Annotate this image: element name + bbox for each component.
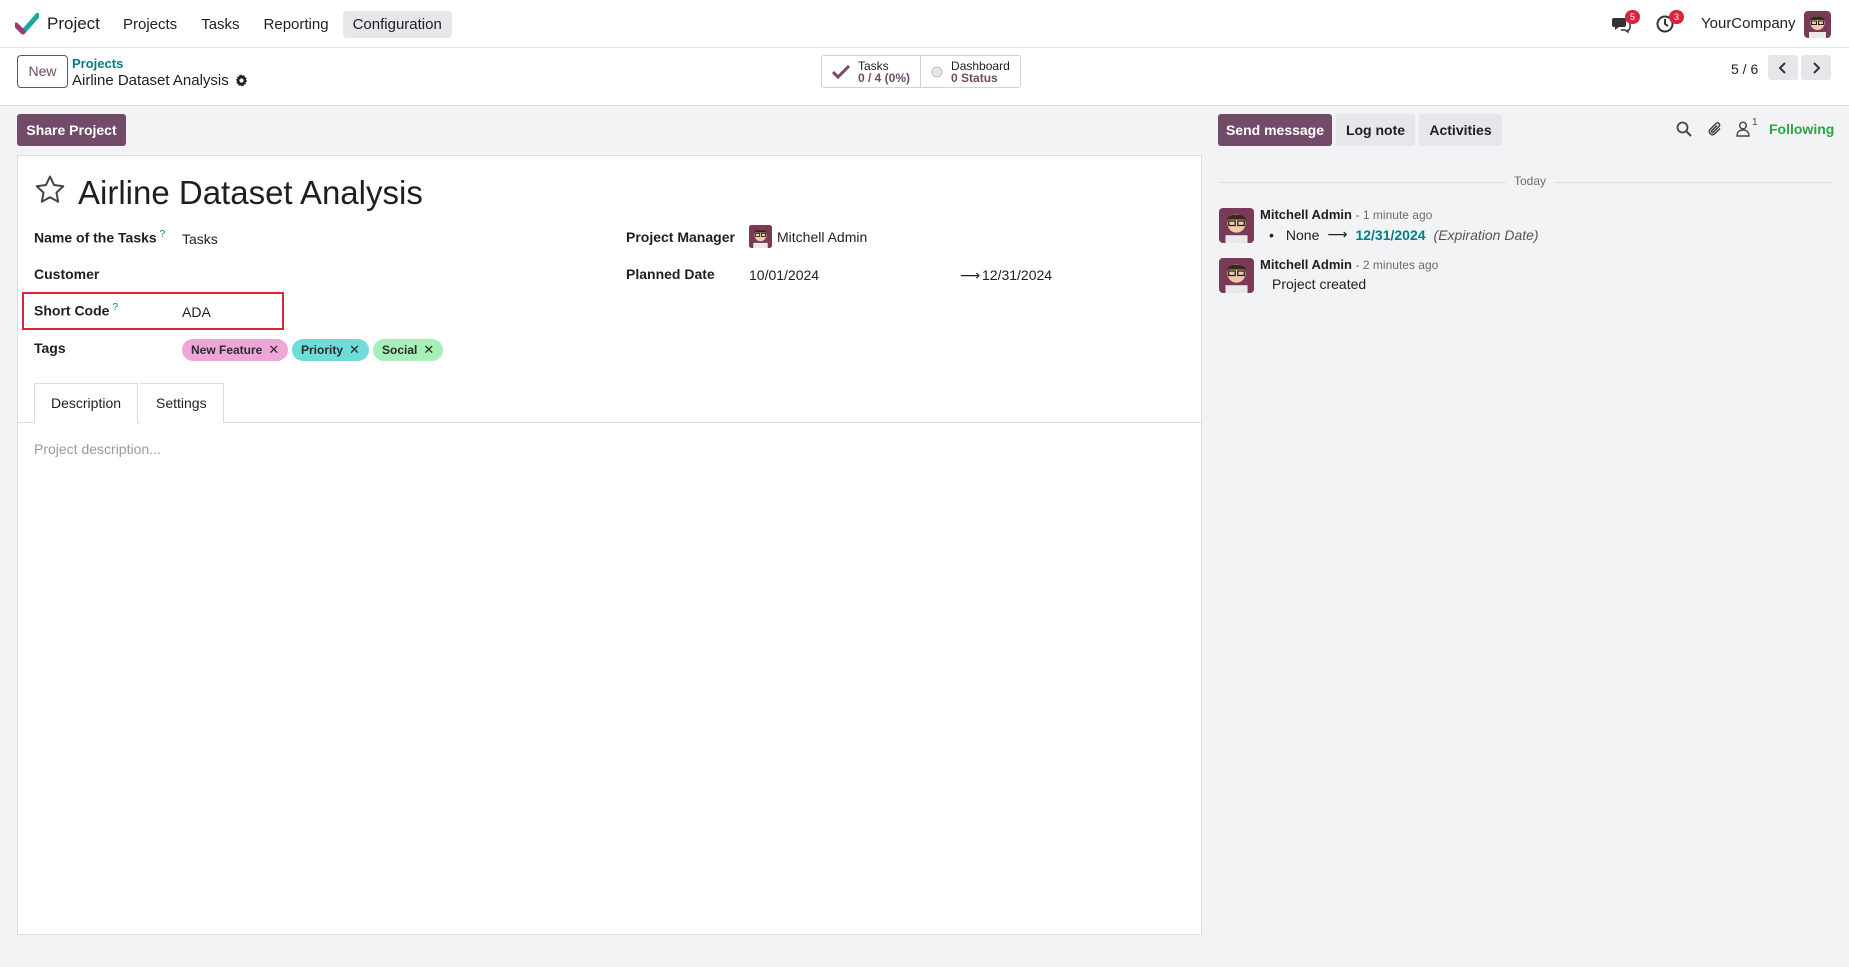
old-value: None [1285,226,1320,243]
close-icon[interactable]: ✕ [268,342,279,358]
menu-configuration[interactable]: Configuration [342,11,452,38]
tag-label: Social [382,343,418,357]
menu-tasks[interactable]: Tasks [191,11,249,38]
form-sheet: Airline Dataset Analysis Name of the Tas… [17,155,1202,935]
tag-label: Priority [301,343,344,357]
message-tracking: • None ⟶ 12/31/2024 (Expiration Date) [1269,226,1539,243]
message-time: - 1 minute ago [1355,208,1433,222]
planned-date-start-field[interactable]: 10/01/2024 [749,267,819,283]
chevron-left-icon [1778,62,1786,75]
search-icon[interactable] [1676,121,1694,139]
messages-icon[interactable]: 5 [1611,10,1640,34]
customer-label: Customer [34,266,100,282]
main-menu: Projects Tasks Reporting Configuration [113,11,452,38]
app-name[interactable]: Project [47,14,100,34]
breadcrumb-projects-link[interactable]: Projects [72,56,248,71]
tab-settings[interactable]: Settings [140,383,224,423]
smart-buttons: Tasks 0 / 4 (0%) Dashboard 0 Status [821,55,1021,88]
message-author: Mitchell Admin - 1 minute ago [1260,207,1432,222]
user-avatar[interactable] [1804,11,1831,38]
help-mark[interactable]: ? [112,302,118,313]
customer-field[interactable] [182,266,582,286]
pager-next-button[interactable] [1801,55,1831,80]
top-navbar: Project Projects Tasks Reporting Configu… [0,0,1849,48]
pager-value[interactable]: 5 / 6 [1731,61,1758,77]
tracked-field-name: (Expiration Date) [1433,226,1539,243]
bullet: • [1269,226,1274,243]
description-editor[interactable]: Project description... [34,441,161,457]
close-icon[interactable]: ✕ [423,342,434,358]
record-title[interactable]: Airline Dataset Analysis [78,174,423,212]
avatar[interactable] [1219,258,1254,293]
project-app-icon[interactable] [15,13,39,35]
name-of-tasks-field[interactable]: Tasks [182,231,218,247]
tag-new-feature[interactable]: New Feature ✕ [182,339,289,361]
star-icon[interactable] [34,174,66,206]
author-link[interactable]: Mitchell Admin [1260,207,1352,222]
today-label: Today [1506,174,1555,188]
menu-reporting[interactable]: Reporting [254,11,339,38]
followers-user-icon[interactable]: 1 [1736,117,1762,139]
breadcrumb: Projects Airline Dataset Analysis [72,56,248,90]
tag-label: New Feature [191,343,263,357]
control-panel: New Projects Airline Dataset Analysis Ta… [0,48,1849,106]
smart-dashboard-label: Dashboard [951,58,1010,73]
message-time: - 2 minutes ago [1355,258,1439,272]
help-mark[interactable]: ? [160,229,166,240]
paperclip-icon[interactable] [1707,121,1725,139]
check-icon [832,64,850,79]
tag-social[interactable]: Social ✕ [373,339,444,361]
message-body: Project created [1272,276,1367,292]
share-project-button[interactable]: Share Project [17,114,126,146]
activities-clock-icon[interactable]: 3 [1655,10,1684,34]
planned-date-label: Planned Date [626,266,715,282]
arrow-right-icon: ⟶ [1327,226,1348,242]
project-manager-name: Mitchell Admin [777,228,868,245]
name-of-tasks-label: Name of the Tasks? [34,229,166,246]
project-manager-field[interactable]: Mitchell Admin [749,225,867,248]
log-note-button[interactable]: Log note [1336,114,1415,146]
avatar [749,225,772,248]
following-button[interactable]: Following [1769,121,1834,137]
smart-tasks-label: Tasks [858,58,889,73]
arrow-right-icon: ⟶ [960,267,981,283]
tags-label: Tags [34,340,66,356]
notebook-tabs: Description Settings [18,383,1201,424]
new-button[interactable]: New [17,55,68,88]
activities-button[interactable]: Activities [1419,114,1502,146]
send-message-button[interactable]: Send message [1218,114,1332,146]
smart-button-dashboard[interactable]: Dashboard 0 Status [920,56,1020,87]
new-value: 12/31/2024 [1355,226,1426,243]
company-switcher[interactable]: YourCompany [1701,15,1796,32]
project-manager-label: Project Manager [626,229,735,245]
message-author: Mitchell Admin - 2 minutes ago [1260,257,1438,272]
smart-tasks-value: 0 / 4 (0%) [858,70,911,85]
smart-button-tasks[interactable]: Tasks 0 / 4 (0%) [822,56,920,87]
smart-dashboard-value: 0 Status [951,70,998,85]
breadcrumb-current: Airline Dataset Analysis [72,71,248,90]
pager-previous-button[interactable] [1768,55,1798,80]
followers-count: 1 [1752,117,1758,128]
menu-projects[interactable]: Projects [113,11,187,38]
short-code-label: Short Code? [34,302,119,319]
activities-badge: 3 [1669,10,1684,24]
messages-badge: 5 [1625,10,1640,24]
planned-date-end-field[interactable]: 12/31/2024 [982,267,1052,283]
short-code-field[interactable]: ADA [182,304,211,320]
status-circle-icon [931,66,943,77]
gear-icon[interactable] [235,74,248,87]
author-link[interactable]: Mitchell Admin [1260,257,1352,272]
chevron-right-icon [1813,62,1821,75]
close-icon[interactable]: ✕ [349,342,360,358]
breadcrumb-current-label: Airline Dataset Analysis [72,72,229,89]
tab-description[interactable]: Description [34,383,139,424]
avatar[interactable] [1219,208,1254,243]
tag-priority[interactable]: Priority ✕ [292,339,369,361]
